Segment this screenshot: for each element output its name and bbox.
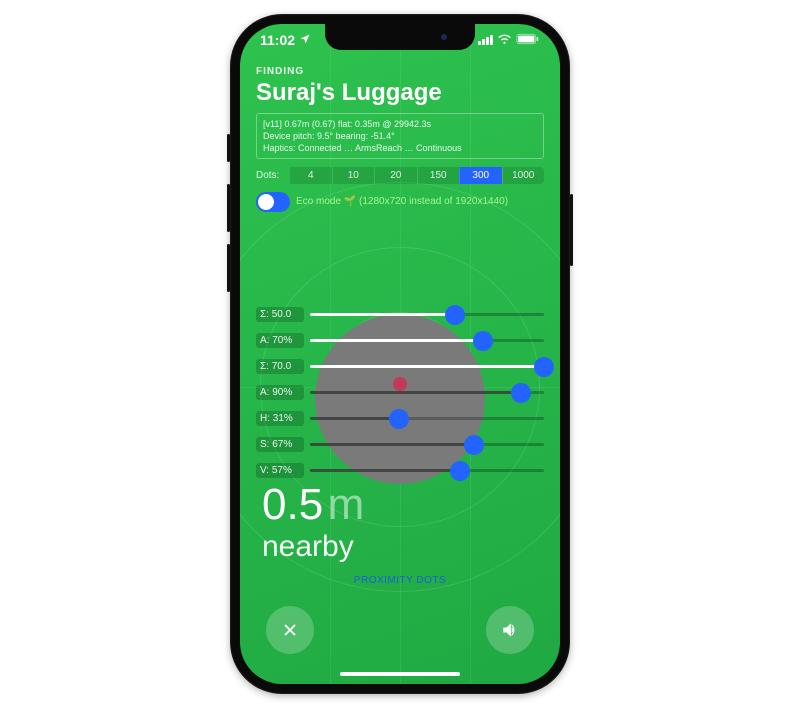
volume-up-button: [227, 184, 230, 232]
debug-line-2: Device pitch: 9.5° bearing: -51.4°: [263, 130, 537, 142]
notch: [325, 24, 475, 50]
battery-icon: [516, 32, 540, 48]
seg-1000[interactable]: 1000: [502, 167, 545, 184]
dots-label: Dots:: [256, 170, 290, 181]
silence-switch: [227, 134, 230, 162]
wifi-icon: [497, 32, 512, 48]
debug-line-1: [v11] 0.67m (0.67) flat: 0.35m @ 29942.3…: [263, 118, 537, 130]
location-icon: [299, 32, 311, 48]
seg-300[interactable]: 300: [459, 167, 502, 184]
seg-10[interactable]: 10: [332, 167, 375, 184]
power-button: [570, 194, 573, 266]
seg-20[interactable]: 20: [374, 167, 417, 184]
phone-screen: 11:02 FINDING Suraj's Luggage: [240, 24, 560, 684]
cell-signal-icon: [478, 35, 493, 45]
volume-down-button: [227, 244, 230, 292]
finding-label: FINDING: [256, 66, 544, 77]
seg-4[interactable]: 4: [290, 167, 332, 184]
debug-line-3: Haptics: Connected … ArmsReach … Continu…: [263, 142, 537, 154]
eco-mode-label: Eco mode 🌱 (1280x720 instead of 1920x144…: [296, 196, 508, 207]
phone-mockup-frame: 11:02 FINDING Suraj's Luggage: [230, 14, 570, 694]
device-name: Suraj's Luggage: [256, 79, 544, 107]
eco-mode-toggle[interactable]: [256, 192, 290, 212]
dots-segmented-control[interactable]: Dots: 4 10 20 150 300 1000: [256, 167, 544, 184]
status-time: 11:02: [260, 32, 295, 48]
seg-150[interactable]: 150: [417, 167, 460, 184]
debug-overlay: [v11] 0.67m (0.67) flat: 0.35m @ 29942.3…: [256, 113, 544, 159]
